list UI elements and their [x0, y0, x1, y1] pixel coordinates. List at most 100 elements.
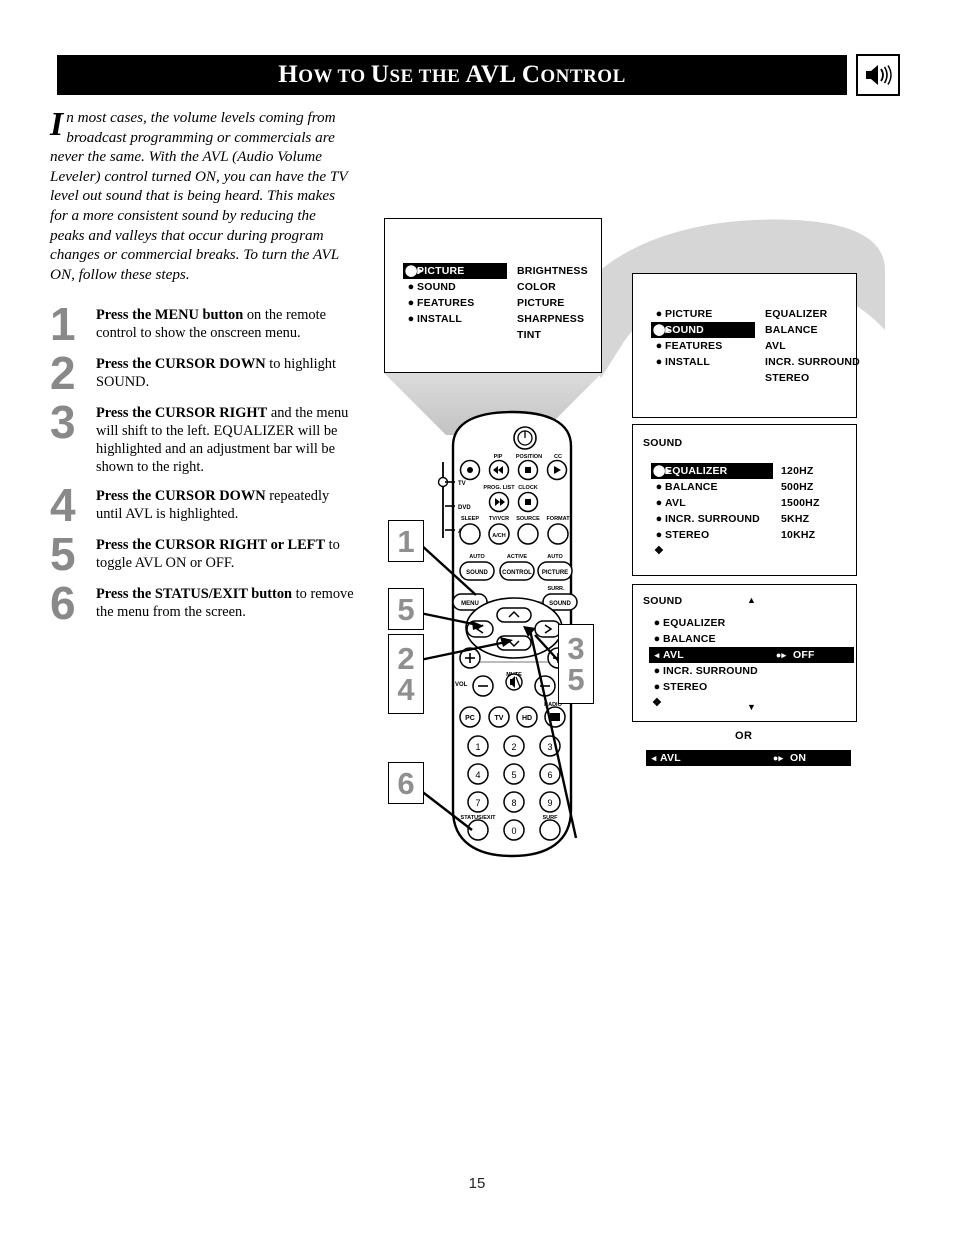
osd-value-stereo[interactable]: STEREO [765, 370, 860, 386]
scroll-up-icon[interactable]: ▲ [747, 596, 756, 605]
step-text: Press the CURSOR DOWN to highlight SOUND… [96, 351, 355, 391]
step-text-bold: Press the MENU button [96, 307, 244, 323]
osd-item-stereo[interactable]: ● STEREO [649, 679, 771, 695]
svg-text:PROG. LIST: PROG. LIST [483, 485, 515, 491]
osd-item-label: INCR. SURROUND [663, 665, 758, 677]
osd-value-10khz[interactable]: 10KHZ [781, 527, 820, 543]
callout-number: 3 [567, 631, 585, 666]
bullet-icon: ● [655, 356, 663, 368]
step-number: 6 [50, 577, 76, 629]
osd-item-balance[interactable]: ● BALANCE [649, 631, 771, 647]
tv-remote-control[interactable]: TV DVD ACC PIP POSITION CC PROG. LIST CL… [415, 410, 630, 860]
step-text: Press the CURSOR RIGHT and the menu will… [96, 400, 355, 476]
bullet-icon: ● [655, 340, 663, 352]
osd-value-tint[interactable]: TINT [517, 327, 588, 343]
osd-item-label: INSTALL [417, 313, 462, 325]
step-row: 5 Press the CURSOR RIGHT or LEFT to toggl… [50, 531, 355, 577]
osd-item-equalizer[interactable]: ⬤▸ EQUALIZER [651, 463, 773, 479]
svg-text:8: 8 [511, 798, 516, 808]
bullet-icon: ● [655, 513, 663, 525]
osd-panel-sound-selected[interactable]: ● PICTURE ⬤▸ SOUND ● FEATURES ● INSTALL EQUA… [632, 273, 860, 418]
osd-item-label: PICTURE [665, 308, 713, 320]
step-number: 1 [50, 298, 76, 350]
osd-value-1500hz[interactable]: 1500HZ [781, 495, 820, 511]
svg-text:CONTROL: CONTROL [502, 570, 532, 576]
callout-step-1: 1 [388, 520, 424, 562]
osd-item-incr-surround[interactable]: ● INCR. SURROUND [651, 511, 773, 527]
osd-value-500hz[interactable]: 500HZ [781, 479, 820, 495]
osd-item-avl-on[interactable]: ◂ AVL ●▸ ON [646, 750, 851, 766]
step-row: 4 Press the CURSOR DOWN repeatedly until … [50, 482, 355, 528]
osd-panel-sound-avl[interactable]: SOUND ▲ ▼ ● EQUALIZER ● BALANCE ● INCR. SUR… [632, 584, 857, 722]
svg-text:SOUND: SOUND [466, 570, 488, 576]
osd-value-brightness[interactable]: BRIGHTNESS [517, 263, 588, 279]
osd-item-label: STEREO [665, 529, 710, 541]
svg-text:3: 3 [547, 742, 552, 752]
osd-value-incr-surround[interactable]: INCR. SURROUND [765, 354, 860, 370]
svg-text:1: 1 [475, 742, 480, 752]
osd-panel-sound-equalizer[interactable]: SOUND ⬤▸ EQUALIZER ● BALANCE ● AVL ● INCR. S… [632, 424, 857, 576]
svg-text:TV: TV [495, 715, 504, 722]
bullet-icon: ● [655, 308, 663, 320]
step-text-bold: Press the CURSOR RIGHT or LEFT [96, 537, 326, 553]
svg-text:2: 2 [511, 742, 516, 752]
callout-step-6: 6 [388, 762, 424, 804]
osd-panel-title: SOUND [643, 437, 683, 449]
osd-item-stereo[interactable]: ● STEREO [651, 527, 773, 543]
step-text-bold: Press the STATUS/EXIT button [96, 586, 293, 602]
svg-text:PICTURE: PICTURE [542, 570, 568, 576]
osd-value-balance[interactable]: BALANCE [765, 322, 860, 338]
osd-panel-picture[interactable]: ⬤▸ PICTURE ● SOUND ● FEATURES ● INSTALL BRIG… [384, 218, 602, 373]
svg-text:MENU: MENU [461, 601, 479, 607]
osd-item-picture[interactable]: ● PICTURE [651, 306, 755, 322]
osd-value-5khz[interactable]: 5KHZ [781, 511, 820, 527]
osd-item-avl-off[interactable]: ◂ AVL ●▸ OFF [649, 647, 854, 663]
callout-step-2-4: 2 4 [388, 634, 424, 714]
osd-item-sound[interactable]: ⬤▸ SOUND [651, 322, 755, 338]
osd-item-label: BALANCE [665, 481, 718, 493]
osd-item-label: INSTALL [665, 356, 710, 368]
osd-and-remote-diagram: ⬤▸ PICTURE ● SOUND ● FEATURES ● INSTALL BRIG… [380, 210, 885, 890]
osd-item-label: EQUALIZER [663, 617, 726, 629]
svg-text:POSITION: POSITION [516, 454, 542, 460]
osd-item-avl[interactable]: ● AVL [651, 495, 773, 511]
svg-text:4: 4 [475, 770, 480, 780]
osd-item-balance[interactable]: ● BALANCE [651, 479, 773, 495]
step-text: Press the MENU button on the remote cont… [96, 302, 355, 342]
svg-text:SOURCE: SOURCE [516, 516, 540, 522]
svg-text:0: 0 [511, 826, 516, 836]
osd-value-sharpness[interactable]: SHARPNESS [517, 311, 588, 327]
osd-value-color[interactable]: COLOR [517, 279, 588, 295]
svg-text:CLOCK: CLOCK [518, 485, 538, 491]
scroll-updown-icon: ❖ [653, 545, 665, 557]
osd-menu-column: ● PICTURE ⬤▸ SOUND ● FEATURES ● INSTALL [651, 306, 755, 370]
step-text-bold: Press the CURSOR DOWN [96, 488, 266, 504]
svg-text:ACTIVE: ACTIVE [507, 554, 528, 560]
step-number: 3 [50, 396, 76, 448]
osd-item-equalizer[interactable]: ● EQUALIZER [649, 615, 771, 631]
osd-item-sound[interactable]: ● SOUND [403, 279, 507, 295]
osd-value-column: EQUALIZER BALANCE AVL INCR. SURROUND STE… [765, 306, 860, 386]
osd-value-picture[interactable]: PICTURE [517, 295, 588, 311]
osd-value-avl[interactable]: AVL [765, 338, 860, 354]
step-text-bold: Press the CURSOR DOWN [96, 356, 266, 372]
osd-value-equalizer[interactable]: EQUALIZER [765, 306, 860, 322]
intro-paragraph: In most cases, the volume levels coming … [50, 108, 350, 284]
osd-item-install[interactable]: ● INSTALL [651, 354, 755, 370]
osd-menu-column: ⬤▸ PICTURE ● SOUND ● FEATURES ● INSTALL [403, 263, 507, 327]
osd-scrollbar-indicator[interactable]: ❖ [649, 695, 771, 711]
osd-scrollbar-indicator[interactable]: ❖ [651, 543, 773, 559]
osd-item-label: FEATURES [665, 340, 723, 352]
osd-item-incr-surround[interactable]: ● INCR. SURROUND [649, 663, 771, 679]
osd-item-picture[interactable]: ⬤▸ PICTURE [403, 263, 507, 279]
bullet-icon: ● [655, 529, 663, 541]
left-arrow-icon: ◂ [654, 650, 660, 660]
osd-item-features[interactable]: ● FEATURES [651, 338, 755, 354]
osd-value-120hz[interactable]: 120HZ [781, 463, 820, 479]
page-title: HOW TO USE THE AVL CONTROL [278, 61, 626, 88]
osd-item-install[interactable]: ● INSTALL [403, 311, 507, 327]
callout-number: 1 [397, 523, 415, 559]
svg-text:SOUND: SOUND [549, 601, 571, 607]
svg-text:DVD: DVD [458, 505, 471, 511]
osd-item-features[interactable]: ● FEATURES [403, 295, 507, 311]
